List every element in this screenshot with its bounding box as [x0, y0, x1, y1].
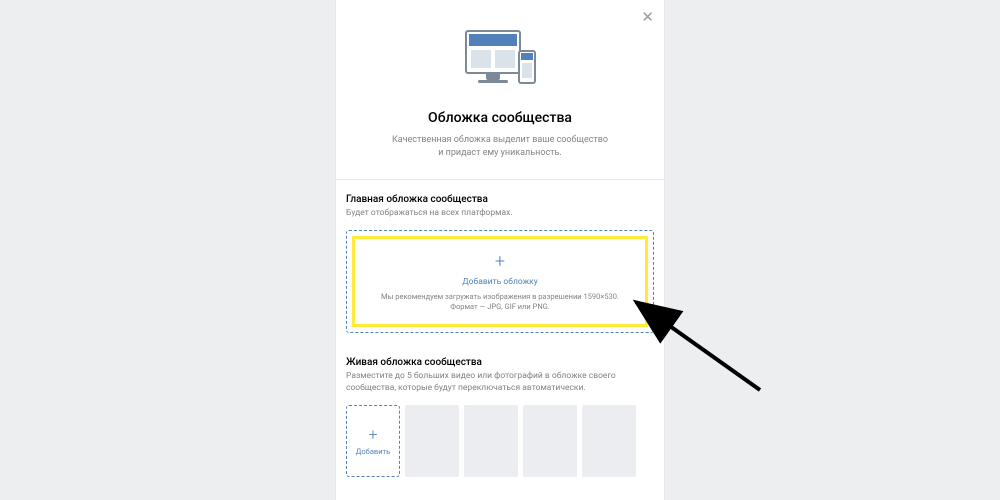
recommendation-text: Мы рекомендуем загружать изображения в р…: [365, 292, 635, 312]
live-cover-add-button[interactable]: + Добавить: [346, 405, 400, 477]
main-cover-title: Главная обложка сообщества: [346, 194, 654, 205]
phone-icon: [518, 50, 536, 84]
hero-title: Обложка сообщества: [361, 110, 639, 126]
plus-icon: +: [365, 253, 635, 271]
live-cover-section: Живая обложка сообщества Разместите до 5…: [336, 343, 664, 487]
main-cover-desc: Будет отображаться на всех платформах.: [346, 208, 654, 220]
devices-illustration: [361, 30, 639, 90]
close-icon[interactable]: ✕: [641, 10, 654, 25]
add-cover-label: Добавить обложку: [365, 277, 635, 287]
main-cover-section: Главная обложка сообщества Будет отображ…: [336, 180, 664, 343]
live-cover-slot[interactable]: [464, 405, 518, 477]
live-cover-slot[interactable]: [405, 405, 459, 477]
live-cover-title: Живая обложка сообщества: [346, 357, 654, 368]
hero-subtitle: Качественная обложка выделит ваше сообще…: [361, 134, 639, 159]
live-cover-slots: + Добавить: [346, 405, 654, 477]
monitor-icon: [465, 30, 521, 74]
plus-icon: +: [368, 427, 377, 443]
cover-settings-modal: ✕ Обложка сообщества Качественная обложк…: [335, 0, 665, 500]
highlight-frame: + Добавить обложку Мы рекомендуем загруж…: [352, 236, 648, 327]
main-cover-upload-area[interactable]: + Добавить обложку Мы рекомендуем загруж…: [346, 230, 654, 333]
live-add-label: Добавить: [356, 447, 390, 456]
live-cover-desc: Разместите до 5 больших видео или фотогр…: [346, 371, 654, 395]
live-cover-slot[interactable]: [582, 405, 636, 477]
hero-section: Обложка сообщества Качественная обложка …: [336, 0, 664, 180]
live-cover-slot[interactable]: [523, 405, 577, 477]
